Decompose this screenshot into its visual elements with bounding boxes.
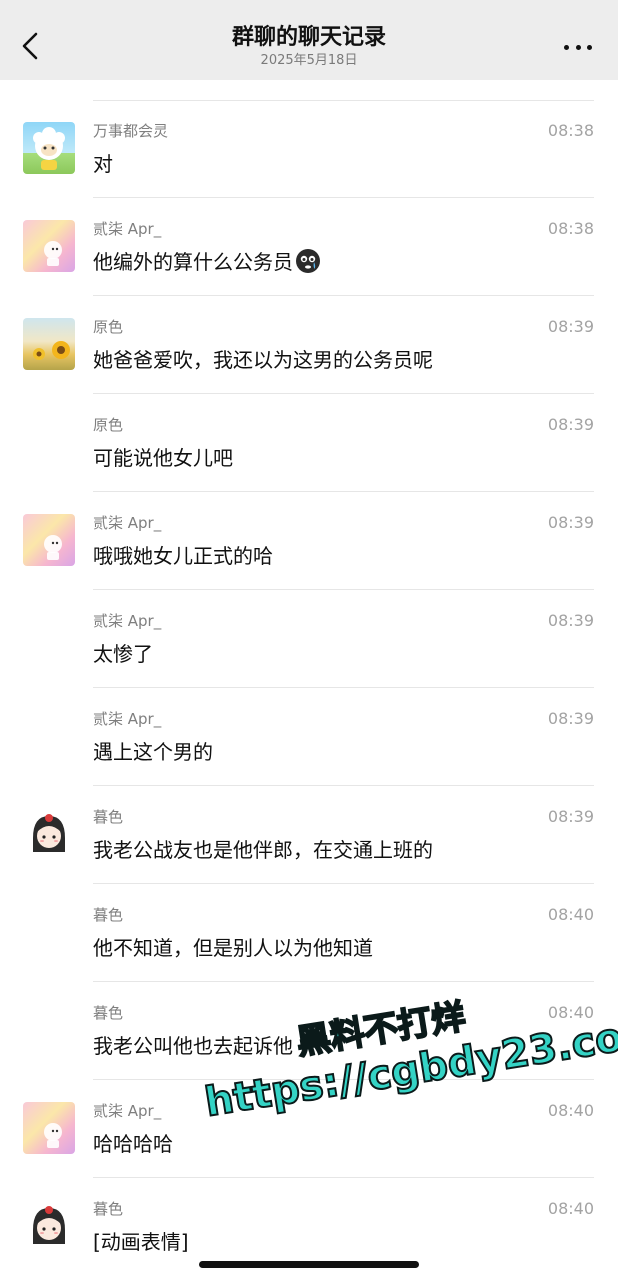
message-time: 08:39 [547,611,594,630]
more-dots-icon [587,44,592,50]
message-text-content: 他编外的算什么公务员 [93,250,293,274]
message-time: 08:39 [547,807,594,826]
avatar[interactable] [23,1102,75,1154]
pink-avatar-icon [44,1123,62,1148]
avatar[interactable] [23,1200,75,1252]
avatar[interactable] [23,514,75,566]
sender-name: 万事都会灵 [93,122,169,140]
message-row[interactable]: 暮色 08:40 他不知道，但是别人以为他知道 [0,884,618,982]
message-text: 哦哦她女儿正式的哈 [93,544,273,568]
chat-history-header: 群聊的聊天记录 2025年5月18日 [0,0,618,80]
message-row[interactable]: 贰柒 Apr_ 08:38 他编外的算什么公务员 [0,198,618,296]
sheep-avatar-icon [33,127,65,170]
message-text: 他不知道，但是别人以为他知道 [93,936,373,960]
message-time: 08:38 [547,121,594,140]
more-button[interactable] [564,42,592,52]
sender-name: 贰柒 Apr_ [93,1102,162,1120]
message-text: 他编外的算什么公务员 [93,248,321,276]
sender-name: 贰柒 Apr_ [93,612,162,630]
page-title: 群聊的聊天记录 [231,25,386,50]
message-row[interactable]: 贰柒 Apr_ 08:39 哦哦她女儿正式的哈 [0,492,618,590]
sender-name: 贰柒 Apr_ [93,220,162,238]
pink-avatar-icon [44,535,62,560]
more-dots-icon [575,44,581,50]
title-block: 群聊的聊天记录 2025年5月18日 [0,24,618,69]
message-text: 我老公战友也是他伴郎，在交通上班的 [93,838,433,862]
message-time: 08:40 [547,1199,594,1218]
sender-name: 暮色 [93,1200,124,1218]
message-row[interactable]: 贰柒 Apr_ 08:39 太惨了 [0,590,618,688]
avatar[interactable] [23,808,75,860]
message-time: 08:39 [547,709,594,728]
message-text: 遇上这个男的 [93,740,213,764]
message-time: 08:39 [547,317,594,336]
message-time: 08:39 [547,513,594,532]
girl-avatar-icon [33,1206,65,1244]
message-row[interactable]: 万事都会灵 08:38 对 [0,100,618,198]
crying-face-emoji-icon [296,249,320,273]
avatar[interactable] [23,122,75,174]
message-text: 她爸爸爱吹，我还以为这男的公务员呢 [93,348,433,372]
more-dots-icon [564,44,569,50]
message-text: 我老公叫他也去起诉他 [93,1034,293,1058]
message-time: 08:40 [547,1003,594,1022]
sunflower-avatar-icon [33,341,70,360]
message-time: 08:39 [547,415,594,434]
sender-name: 贰柒 Apr_ [93,514,162,532]
message-text: 太惨了 [93,642,153,666]
message-text: 对 [93,152,113,176]
message-time: 08:40 [547,905,594,924]
sender-name: 暮色 [93,808,124,826]
home-indicator[interactable] [199,1261,419,1268]
message-time: 08:40 [547,1101,594,1120]
avatar[interactable] [23,220,75,272]
sender-name: 原色 [93,318,124,336]
message-row[interactable]: 贰柒 Apr_ 08:39 遇上这个男的 [0,688,618,786]
message-row[interactable]: 暮色 08:39 我老公战友也是他伴郎，在交通上班的 [0,786,618,884]
message-text: [动画表情] [93,1230,189,1254]
avatar[interactable] [23,318,75,370]
sender-name: 暮色 [93,1004,124,1022]
girl-avatar-icon [33,814,65,852]
message-row[interactable]: 原色 08:39 她爸爸爱吹，我还以为这男的公务员呢 [0,296,618,394]
sender-name: 原色 [93,416,124,434]
message-row[interactable]: 原色 08:39 可能说他女儿吧 [0,394,618,492]
message-row[interactable]: 贰柒 Apr_ 08:40 哈哈哈哈 [0,1080,618,1178]
sender-name: 暮色 [93,906,124,924]
sender-name: 贰柒 Apr_ [93,710,162,728]
pink-avatar-icon [44,241,62,266]
chat-date: 2025年5月18日 [260,53,358,68]
message-time: 08:38 [547,219,594,238]
message-text: 可能说他女儿吧 [93,446,233,470]
message-row[interactable]: 暮色 08:40 我老公叫他也去起诉他 [0,982,618,1080]
message-text: 哈哈哈哈 [93,1132,173,1156]
